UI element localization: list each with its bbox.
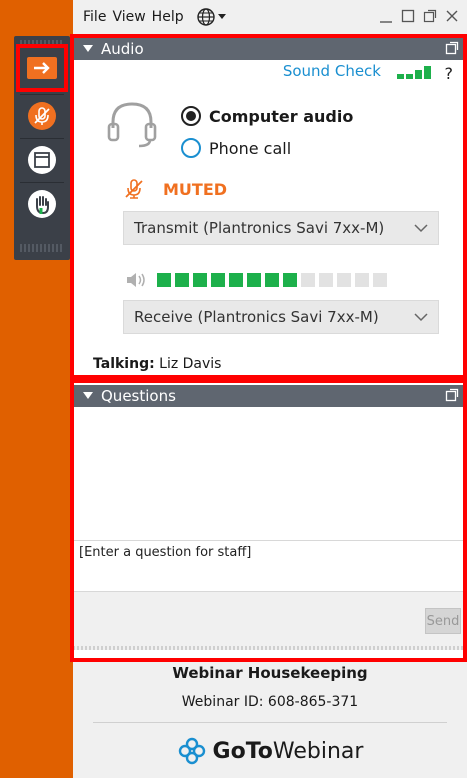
questions-section-header[interactable]: Questions: [73, 385, 467, 407]
level-segment: [319, 273, 333, 287]
popout-icon[interactable]: [421, 6, 439, 26]
level-segment: [193, 273, 207, 287]
phone-call-label: Phone call: [209, 138, 292, 158]
microphone-muted-icon: [28, 102, 56, 130]
popout-icon[interactable]: [445, 388, 459, 402]
close-icon[interactable]: [443, 6, 461, 26]
mute-status[interactable]: MUTED: [123, 178, 227, 200]
questions-log: [73, 408, 467, 540]
chevron-down-icon: [414, 313, 428, 322]
audio-header-title: Audio: [101, 40, 144, 58]
level-segment: [265, 273, 279, 287]
raise-hand-button[interactable]: [20, 184, 64, 224]
talking-label: Talking:: [93, 356, 155, 372]
raise-hand-icon: [28, 190, 56, 218]
tab-divider: [20, 94, 64, 95]
grip-bottom[interactable]: [20, 244, 64, 252]
window-controls: [377, 6, 461, 26]
send-button[interactable]: Send: [425, 608, 461, 634]
logo-webinar: Webinar: [272, 738, 364, 764]
phone-call-option[interactable]: Phone call: [181, 138, 291, 158]
minimize-icon[interactable]: [377, 6, 395, 26]
menu-help[interactable]: Help: [152, 9, 184, 25]
speaker-icon: [127, 273, 145, 287]
radio-computer-audio[interactable]: [181, 106, 201, 126]
language-menu[interactable]: [196, 7, 226, 27]
menu-file[interactable]: File: [83, 9, 106, 25]
control-panel: File View Help Audio Sound Check ? Compu…: [73, 0, 467, 778]
restore-icon[interactable]: [399, 6, 417, 26]
collapse-triangle-icon: [83, 45, 93, 52]
level-segment: [211, 273, 225, 287]
transmit-device-value: Transmit (Plantronics Savi 7xx-M): [134, 219, 385, 237]
speaker-level-row: [125, 271, 387, 289]
webinar-title: Webinar Housekeeping: [172, 664, 368, 682]
level-segment: [157, 273, 171, 287]
sound-check-link[interactable]: Sound Check: [283, 62, 381, 80]
level-segment: [247, 273, 261, 287]
grab-tab: [14, 36, 70, 260]
collapse-panel-button[interactable]: [16, 44, 68, 92]
gotowebinar-flower-icon: [178, 737, 205, 765]
level-segment: [229, 273, 243, 287]
grip-top[interactable]: [20, 40, 64, 48]
tab-divider: [20, 182, 64, 183]
headset-icon: [107, 98, 157, 154]
chevron-down-icon: [414, 224, 428, 233]
receive-device-select[interactable]: Receive (Plantronics Savi 7xx-M): [123, 300, 439, 334]
level-segment: [175, 273, 189, 287]
talking-indicator: Talking: Liz Davis: [93, 356, 221, 372]
tab-divider: [20, 138, 64, 139]
help-button[interactable]: ?: [445, 64, 454, 83]
radio-phone-call[interactable]: [181, 138, 201, 158]
menu-view[interactable]: View: [112, 9, 145, 25]
collapse-arrow-icon: [27, 57, 57, 79]
level-segment: [301, 273, 315, 287]
level-segment: [355, 273, 369, 287]
resize-grip[interactable]: [73, 646, 467, 650]
logo-goto: GoTo: [212, 738, 273, 764]
webinar-info: Webinar Housekeeping Webinar ID: 608-865…: [73, 660, 467, 778]
screen-view-button[interactable]: [20, 140, 64, 180]
signal-strength-icon: [397, 66, 431, 79]
globe-icon: [196, 8, 215, 26]
mute-toggle-button[interactable]: [20, 96, 64, 136]
transmit-device-select[interactable]: Transmit (Plantronics Savi 7xx-M): [123, 211, 439, 245]
receive-device-value: Receive (Plantronics Savi 7xx-M): [134, 308, 379, 326]
menu-bar: File View Help: [73, 0, 467, 34]
level-segment: [283, 273, 297, 287]
questions-header-title: Questions: [101, 387, 176, 405]
level-segment: [373, 273, 387, 287]
gotowebinar-logo: GoTo Webinar: [73, 736, 467, 766]
divider: [93, 722, 447, 723]
webinar-id: Webinar ID: 608-865-371: [181, 694, 359, 710]
popout-icon[interactable]: [445, 41, 459, 55]
audio-section-header[interactable]: Audio: [73, 38, 467, 60]
collapse-triangle-icon: [83, 392, 93, 399]
level-segment: [337, 273, 351, 287]
level-meter: [157, 273, 387, 287]
computer-audio-option[interactable]: Computer audio: [181, 106, 353, 126]
talking-name: Liz Davis: [159, 356, 222, 372]
questions-footer: Send: [73, 592, 467, 650]
chevron-down-icon: [217, 14, 226, 19]
screen-icon: [28, 146, 56, 174]
mute-status-label: MUTED: [163, 179, 228, 199]
microphone-muted-icon: [125, 179, 143, 199]
computer-audio-label: Computer audio: [209, 106, 354, 126]
question-input[interactable]: [Enter a question for staff]: [73, 540, 467, 592]
